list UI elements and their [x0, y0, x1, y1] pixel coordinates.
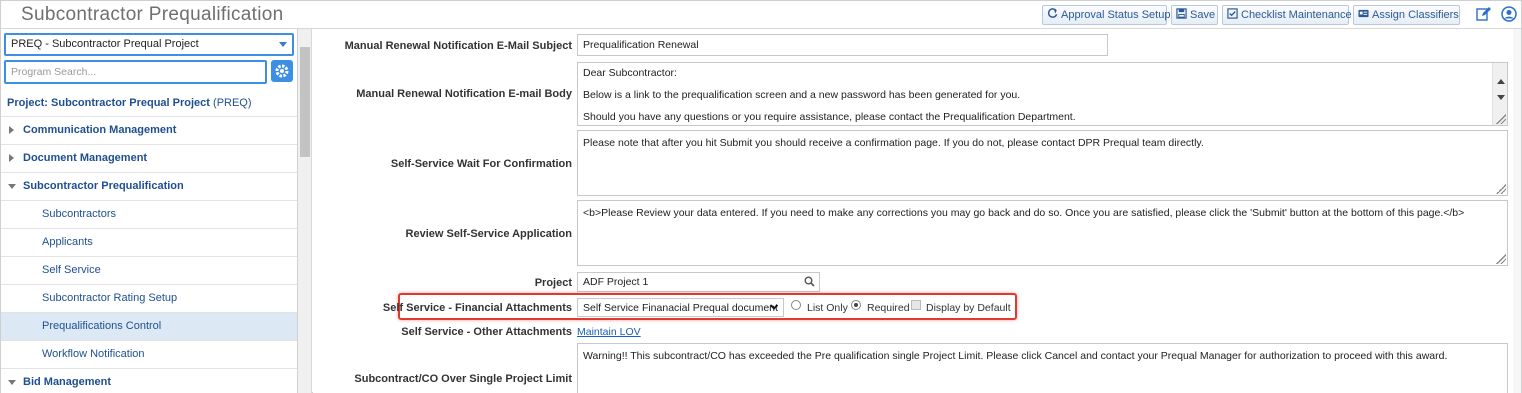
other-attachments-label: Self Service - Other Attachments [401, 326, 572, 338]
display-by-default-checkbox[interactable] [911, 300, 921, 310]
sidebar-item-label: Subcontractors [42, 208, 116, 220]
sidebar-item-document-management[interactable]: Document Management [1, 144, 297, 172]
refresh-icon [1047, 8, 1058, 18]
approval-status-setup-button[interactable]: Approval Status Setup [1042, 5, 1171, 25]
wait-confirmation-textarea[interactable]: Please note that after you hit Submit yo… [577, 130, 1508, 196]
resize-handle[interactable] [1496, 254, 1506, 264]
chevron-down-icon [8, 184, 16, 189]
search-icon[interactable] [804, 276, 815, 287]
sidebar-item-bid-management[interactable]: Bid Management [1, 368, 297, 393]
scroll-down-arrow[interactable] [1497, 95, 1505, 100]
email-body-textarea[interactable]: Dear Subcontractor: Below is a link to t… [577, 62, 1508, 126]
sidebar-item-label: Subcontractor Rating Setup [42, 292, 178, 304]
checklist-maintenance-label: Checklist Maintenance [1241, 9, 1352, 21]
project-field-label: Project [534, 277, 572, 289]
settings-button[interactable] [271, 60, 293, 82]
required-radio[interactable] [851, 300, 861, 310]
main-form: Manual Renewal Notification E-Mail Subje… [313, 29, 1521, 393]
project-lookup-input[interactable]: ADF Project 1 [577, 272, 820, 292]
chevron-down-icon [279, 42, 287, 47]
main-scrollbar[interactable] [1513, 29, 1521, 393]
assign-classifiers-button[interactable]: Assign Classifiers [1353, 5, 1460, 25]
approval-status-setup-label: Approval Status Setup [1061, 9, 1171, 21]
sidebar-item-workflow-notification[interactable]: Workflow Notification [1, 340, 297, 368]
program-select[interactable]: PREQ - Subcontractor Prequal Project [4, 33, 294, 56]
project-label: Project: [7, 97, 48, 109]
program-select-value: PREQ - Subcontractor Prequal Project [11, 38, 199, 50]
wait-confirmation-label: Self-Service Wait For Confirmation [390, 158, 572, 170]
display-by-default-label: Display by Default [926, 302, 1011, 314]
sidebar-item-label: Subcontractor Prequalification [23, 180, 184, 192]
financial-attachments-select[interactable]: Self Service Finanacial Prequal document [577, 298, 784, 317]
user-account-icon[interactable] [1501, 6, 1517, 22]
sidebar-item-communication-management[interactable]: Communication Management [1, 116, 297, 144]
scroll-up-arrow[interactable] [1497, 79, 1505, 84]
app-window: Subcontractor Prequalification Approval … [0, 0, 1522, 393]
email-body-label: Manual Renewal Notification E-mail Body [356, 88, 572, 100]
sidebar-item-subcontractors[interactable]: Subcontractors [1, 200, 297, 228]
list-only-label: List Only [807, 302, 848, 314]
required-label: Required [867, 302, 910, 314]
gear-icon [275, 64, 289, 78]
project-name[interactable]: Subcontractor Prequal Project [51, 97, 210, 109]
sidebar-item-applicants[interactable]: Applicants [1, 228, 297, 256]
page-title: Subcontractor Prequalification [21, 4, 284, 25]
sidebar-scrollbar-thumb[interactable] [300, 47, 310, 157]
sidebar-item-label: Bid Management [23, 376, 112, 388]
review-application-value: <b>Please Review your data entered. If y… [583, 207, 1465, 219]
save-icon [1176, 8, 1187, 19]
project-breadcrumb: Project: Subcontractor Prequal Project (… [7, 97, 252, 109]
over-limit-label: Subcontract/CO Over Single Project Limit [354, 373, 572, 385]
review-application-textarea[interactable]: <b>Please Review your data entered. If y… [577, 200, 1508, 266]
sidebar-item-prequalifications-control[interactable]: Prequalifications Control [1, 312, 297, 340]
chevron-down-icon [770, 304, 778, 310]
email-body-line: Dear Subcontractor: [583, 67, 677, 79]
sidebar-item-label: Applicants [42, 236, 93, 248]
chevron-right-icon [9, 126, 14, 134]
over-limit-value: Warning!! This subcontract/CO has exceed… [583, 350, 1448, 362]
email-subject-input[interactable]: Prequalification Renewal [577, 34, 1108, 56]
sidebar-item-label: Communication Management [23, 124, 177, 136]
maintain-lov-link[interactable]: Maintain LOV [577, 326, 641, 338]
email-body-line: Below is a link to the prequalification … [583, 89, 1021, 101]
resize-handle[interactable] [1496, 184, 1506, 194]
chevron-right-icon [9, 154, 14, 162]
save-button[interactable]: Save [1171, 5, 1218, 25]
edit-icon[interactable] [1475, 6, 1491, 22]
project-lookup-value: ADF Project 1 [583, 276, 649, 288]
program-search-input[interactable]: Program Search... [4, 60, 267, 84]
checklist-maintenance-button[interactable]: Checklist Maintenance [1222, 5, 1352, 25]
assign-classifiers-label: Assign Classifiers [1372, 9, 1459, 21]
sidebar-item-subcontractor-rating-setup[interactable]: Subcontractor Rating Setup [1, 284, 297, 312]
list-only-radio[interactable] [791, 300, 801, 310]
top-bar: Subcontractor Prequalification Approval … [1, 1, 1521, 29]
email-subject-label: Manual Renewal Notification E-Mail Subje… [344, 40, 572, 52]
sidebar: PREQ - Subcontractor Prequal Project Pro… [1, 29, 298, 393]
sidebar-scrollbar[interactable] [298, 29, 312, 393]
sidebar-item-label: Workflow Notification [42, 348, 145, 360]
resize-handle[interactable] [1496, 114, 1506, 124]
financial-attachments-value: Self Service Finanacial Prequal document [583, 302, 778, 314]
sidebar-item-label: Prequalifications Control [42, 320, 162, 332]
wait-confirmation-value: Please note that after you hit Submit yo… [583, 137, 1204, 149]
sidebar-item-subcontractor-prequalification[interactable]: Subcontractor Prequalification [1, 172, 297, 200]
id-card-icon [1358, 9, 1369, 18]
chevron-down-icon [8, 380, 16, 385]
over-limit-textarea[interactable]: Warning!! This subcontract/CO has exceed… [577, 343, 1508, 393]
project-code: (PREQ) [213, 97, 252, 109]
save-label: Save [1190, 9, 1216, 21]
review-application-label: Review Self-Service Application [405, 228, 572, 240]
checklist-icon [1227, 8, 1238, 19]
email-body-line: Should you have any questions or you req… [583, 111, 1076, 123]
financial-attachments-label: Self Service - Financial Attachments [382, 302, 572, 314]
sidebar-item-label: Self Service [42, 264, 101, 276]
sidebar-item-label: Document Management [23, 152, 148, 164]
sidebar-item-self-service[interactable]: Self Service [1, 256, 297, 284]
